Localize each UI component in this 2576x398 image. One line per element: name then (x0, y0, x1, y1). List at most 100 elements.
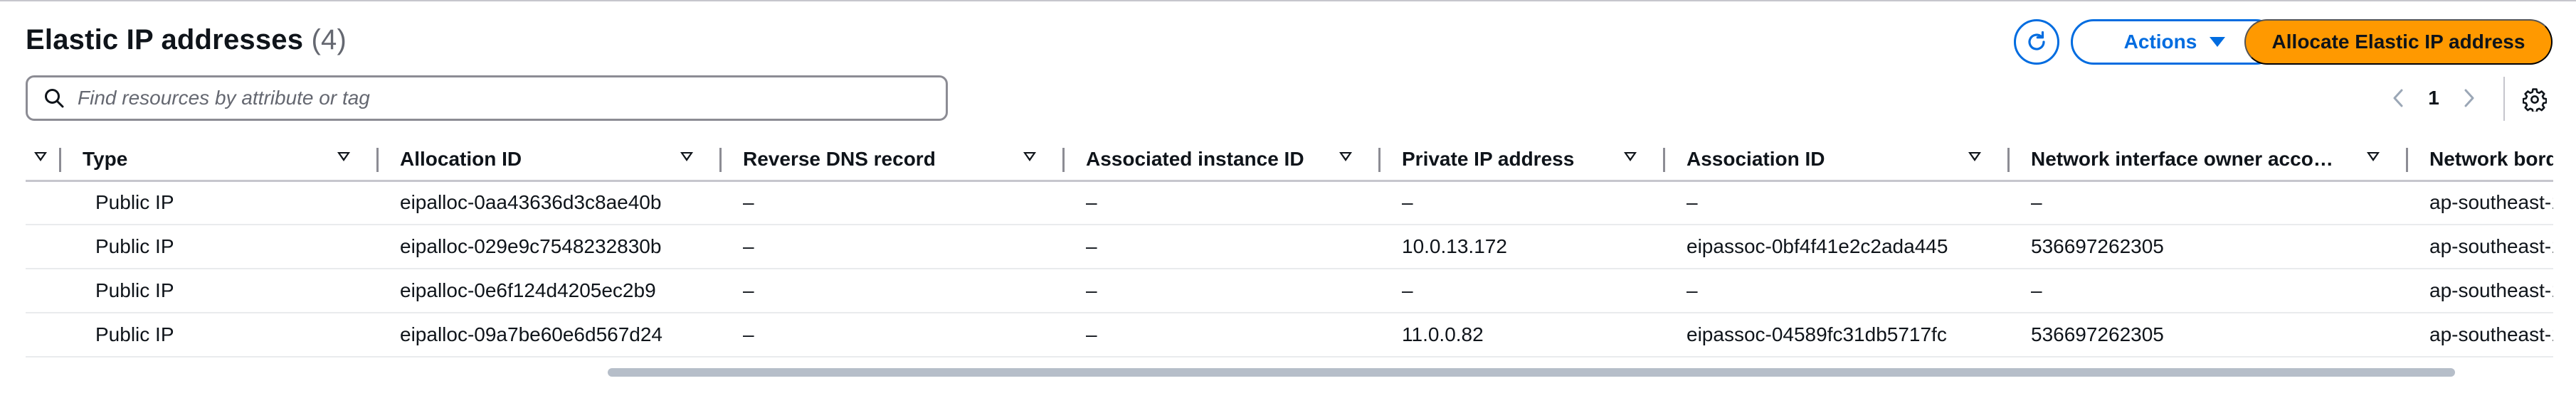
cell-value: – (1086, 191, 1097, 214)
cell-value: – (2031, 279, 2042, 301)
column-header-reverse-dns[interactable]: Reverse DNS record (722, 138, 1065, 182)
table-cell: – (1065, 181, 1381, 225)
allocate-elastic-ip-button[interactable]: Allocate Elastic IP address (2244, 19, 2553, 65)
table-cell: – (722, 225, 1065, 269)
table-cell: Public IP (61, 181, 379, 225)
actions-label: Actions (2123, 31, 2197, 53)
cell-value: Public IP (95, 191, 174, 214)
table-cell: – (722, 181, 1065, 225)
table-cell: – (722, 313, 1065, 357)
search-input[interactable] (78, 87, 917, 109)
column-label: Allocation ID (400, 148, 522, 171)
table-cell: eipalloc-0aa43636d3c8ae40b (379, 181, 722, 225)
table-cell: ap-southeast-1 (2408, 225, 2553, 269)
cell-value: – (1086, 279, 1097, 301)
table-row[interactable]: Public IP eipalloc-0e6f124d4205ec2b9 – – – – –… (26, 269, 2553, 313)
table-header-row: Type Allocation ID Reverse DNS record As… (26, 138, 2553, 182)
cell-value: – (743, 191, 754, 214)
sort-icon[interactable] (1624, 152, 1637, 161)
sort-icon[interactable] (680, 152, 693, 161)
table-cell: Public IP (61, 269, 379, 313)
row-select-cell[interactable] (26, 313, 61, 357)
preferences-button[interactable] (2516, 81, 2553, 118)
page-number[interactable]: 1 (2414, 87, 2454, 109)
table-row[interactable]: Public IP eipalloc-0aa43636d3c8ae40b – – – – –… (26, 181, 2553, 225)
cell-value: – (1686, 191, 1698, 214)
cell-value: 10.0.13.172 (1402, 235, 1507, 257)
table-cell: 536697262305 (2010, 313, 2408, 357)
column-label: Associated instance ID (1086, 148, 1304, 171)
pager-divider (2503, 77, 2505, 121)
table-cell: eipassoc-0bf4f41e2c2ada445 (1665, 225, 2010, 269)
column-label: Private IP address (1402, 148, 1575, 171)
cell-value: eipalloc-09a7be60e6d567d24 (400, 323, 663, 345)
table-cell: 536697262305 (2010, 225, 2408, 269)
table-cell: – (2010, 181, 2408, 225)
cell-value: eipalloc-0aa43636d3c8ae40b (400, 191, 662, 214)
table-cell: – (1665, 181, 2010, 225)
sort-icon[interactable] (1023, 152, 1036, 161)
sort-icon[interactable] (34, 152, 47, 161)
cell-value: eipassoc-0bf4f41e2c2ada445 (1686, 235, 1948, 257)
sort-icon[interactable] (1968, 152, 1981, 161)
cell-value: Public IP (95, 235, 174, 257)
cell-value: ap-southeast-1 (2429, 323, 2553, 345)
resource-count: (4) (311, 24, 347, 55)
column-header-allocation-id[interactable]: Allocation ID (379, 138, 722, 182)
table-cell: eipalloc-0e6f124d4205ec2b9 (379, 269, 722, 313)
column-header-select[interactable] (26, 138, 61, 182)
row-select-cell[interactable] (26, 225, 61, 269)
top-rule (0, 0, 2576, 1)
previous-page-button[interactable] (2382, 80, 2414, 117)
table-cell: 11.0.0.82 (1381, 313, 1665, 357)
refresh-button[interactable] (2014, 19, 2059, 65)
cell-value: – (1686, 279, 1698, 301)
column-label: Reverse DNS record (743, 148, 936, 171)
table-row[interactable]: Public IP eipalloc-09a7be60e6d567d24 – – 11.… (26, 313, 2553, 357)
scrollbar-thumb[interactable] (608, 368, 2455, 377)
table-row[interactable]: Public IP eipalloc-029e9c7548232830b – – 10.… (26, 225, 2553, 269)
table-cell: Public IP (61, 313, 379, 357)
refresh-icon (2028, 31, 2045, 50)
horizontal-scrollbar[interactable] (26, 365, 2553, 380)
table-cell: 10.0.13.172 (1381, 225, 1665, 269)
cell-value: – (743, 323, 754, 345)
cell-value: – (1402, 191, 1413, 214)
table-cell: – (2010, 269, 2408, 313)
table-cell: – (1381, 181, 1665, 225)
sort-icon[interactable] (2367, 152, 2380, 161)
search-field[interactable] (26, 75, 948, 121)
cell-value: eipalloc-029e9c7548232830b (400, 235, 662, 257)
cell-value: eipassoc-04589fc31db5717fc (1686, 323, 1947, 345)
table-cell: ap-southeast-1 (2408, 181, 2553, 225)
cell-value: 536697262305 (2031, 235, 2164, 257)
table-cell: ap-southeast-1 (2408, 269, 2553, 313)
row-select-cell[interactable] (26, 181, 61, 225)
table-cell: eipassoc-04589fc31db5717fc (1665, 313, 2010, 357)
table-cell: ap-southeast-1 (2408, 313, 2553, 357)
sort-icon[interactable] (337, 152, 350, 161)
table-cell: – (1665, 269, 2010, 313)
cell-value: – (743, 235, 754, 257)
search-icon (45, 89, 64, 108)
column-header-associated-instance[interactable]: Associated instance ID (1065, 138, 1381, 182)
column-header-type[interactable]: Type (61, 138, 379, 182)
cell-value: Public IP (95, 323, 174, 345)
column-label: Network interface owner account ID (2031, 148, 2344, 171)
cell-value: Public IP (95, 279, 174, 301)
cell-value: ap-southeast-1 (2429, 235, 2553, 257)
sort-icon[interactable] (1339, 152, 1352, 161)
cell-value: 11.0.0.82 (1402, 323, 1484, 345)
next-page-button[interactable] (2454, 80, 2485, 117)
cell-value: ap-southeast-1 (2429, 191, 2553, 214)
chevron-left-icon (2393, 89, 2403, 107)
table-cell: – (722, 269, 1065, 313)
column-header-private-ip[interactable]: Private IP address (1381, 138, 1665, 182)
cell-value: ap-southeast-1 (2429, 279, 2553, 301)
column-header-network-interface-owner[interactable]: Network interface owner account ID (2010, 138, 2408, 182)
elastic-ip-table: Type Allocation ID Reverse DNS record As… (26, 138, 2553, 384)
row-select-cell[interactable] (26, 269, 61, 313)
column-header-association-id[interactable]: Association ID (1665, 138, 2010, 182)
column-header-network-border-group[interactable]: Network border group (2408, 138, 2553, 182)
column-label: Type (83, 148, 128, 171)
